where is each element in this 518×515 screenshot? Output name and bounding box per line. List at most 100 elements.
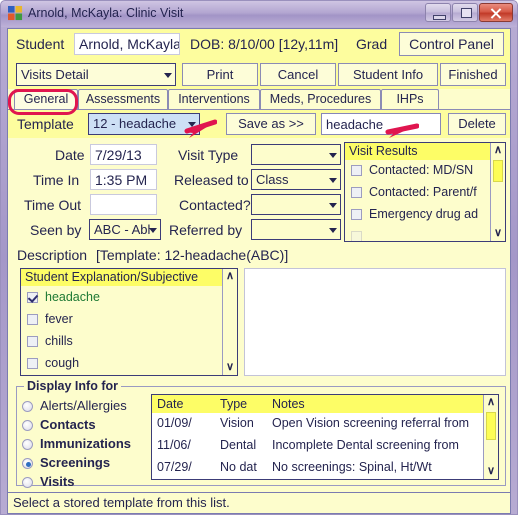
- finished-button[interactable]: Finished: [440, 63, 506, 86]
- list-item[interactable]: headache: [21, 288, 237, 307]
- list-item-label: headache: [45, 290, 100, 304]
- tab-meds-procedures[interactable]: Meds, Procedures: [260, 89, 381, 110]
- clinic-visit-window: Arnold, McKayla: Clinic Visit Student Ar…: [0, 0, 518, 515]
- cell-notes: Incomplete Dental screening from: [272, 438, 459, 452]
- checkbox-icon[interactable]: [27, 358, 38, 369]
- status-bar: Select a stored template from this list.: [7, 492, 511, 514]
- scroll-thumb[interactable]: [486, 412, 496, 440]
- list-item-label: Emergency drug ad: [369, 207, 479, 221]
- student-explanation-scrollbar[interactable]: ∧ ∨: [222, 269, 237, 375]
- template-select-value: 12 - headache: [93, 116, 177, 131]
- released-to-value: Class: [256, 172, 289, 187]
- scroll-thumb[interactable]: [493, 160, 503, 182]
- app-puzzle-icon: [8, 6, 23, 21]
- student-explanation-header: Student Explanation/Subjective: [21, 269, 237, 286]
- radio-visits[interactable]: Visits: [22, 474, 152, 492]
- visit-results-scrollbar[interactable]: ∧ ∨: [490, 143, 505, 241]
- cell-notes: No screenings: Spinal, Ht/Wt: [272, 460, 432, 474]
- maximize-button[interactable]: [452, 3, 478, 22]
- delete-button[interactable]: Delete: [448, 113, 506, 135]
- table-row[interactable]: 01/09/ Vision Open Vision screening refe…: [152, 413, 498, 433]
- cell-date: 07/29/: [157, 460, 192, 474]
- radio-alerts-allergies[interactable]: Alerts/Allergies: [22, 398, 152, 416]
- radio-label: Screenings: [40, 455, 111, 470]
- tab-interventions[interactable]: Interventions: [168, 89, 260, 110]
- time-in-field[interactable]: 1:35 PM: [90, 169, 157, 190]
- radio-icon[interactable]: [22, 477, 33, 488]
- cell-notes: Open Vision screening referral from: [272, 416, 470, 430]
- list-item[interactable]: Contacted: MD/SN: [345, 161, 505, 180]
- radio-contacts[interactable]: Contacts: [22, 417, 152, 435]
- column-header-date: Date: [157, 397, 184, 411]
- tab-assessments[interactable]: Assessments: [78, 89, 168, 110]
- student-info-button[interactable]: Student Info: [338, 63, 438, 86]
- template-label: Template: [17, 116, 74, 132]
- tab-strip: General Assessments Interventions Meds, …: [8, 89, 510, 110]
- checkbox-icon[interactable]: [27, 292, 38, 303]
- table-row[interactable]: 07/29/ No dat No screenings: Spinal, Ht/…: [152, 457, 498, 477]
- chevron-down-icon: [164, 72, 172, 78]
- print-button[interactable]: Print: [182, 63, 258, 86]
- close-button[interactable]: [479, 3, 513, 22]
- checkbox-icon[interactable]: [351, 209, 362, 220]
- column-header-type: Type: [220, 397, 248, 411]
- minimize-icon: [433, 15, 446, 20]
- visit-type-select[interactable]: [251, 144, 341, 165]
- student-name-field[interactable]: Arnold, McKayla: [74, 33, 180, 55]
- chevron-down-icon: [329, 177, 337, 183]
- seen-by-label: Seen by: [30, 222, 82, 238]
- scroll-up-icon[interactable]: ∧: [491, 143, 505, 158]
- window-title: Arnold, McKayla: Clinic Visit: [28, 6, 184, 20]
- scroll-down-icon[interactable]: ∨: [484, 464, 498, 479]
- scroll-up-icon[interactable]: ∧: [223, 269, 237, 284]
- list-item-partial[interactable]: [345, 227, 505, 241]
- scroll-up-icon[interactable]: ∧: [484, 395, 498, 410]
- info-table-scrollbar[interactable]: ∧ ∨: [483, 395, 498, 479]
- cancel-button[interactable]: Cancel: [260, 63, 336, 86]
- checkbox-icon[interactable]: [27, 336, 38, 347]
- student-dob: DOB: 8/10/00 [12y,11m]: [190, 36, 339, 52]
- radio-icon[interactable]: [22, 401, 33, 412]
- date-field[interactable]: 7/29/13: [90, 144, 157, 165]
- maximize-icon: [461, 8, 472, 18]
- list-item[interactable]: chills: [21, 332, 237, 351]
- tab-ihps[interactable]: IHPs: [381, 89, 439, 110]
- minimize-button[interactable]: [425, 3, 451, 22]
- cell-type: Vision: [220, 416, 254, 430]
- chevron-down-icon: [329, 227, 337, 233]
- checkbox-icon[interactable]: [27, 314, 38, 325]
- chevron-down-icon: [188, 122, 196, 127]
- student-label: Student: [16, 36, 65, 52]
- cell-date: 01/09/: [157, 416, 192, 430]
- checkbox-icon[interactable]: [351, 165, 362, 176]
- tab-general[interactable]: General: [14, 89, 78, 110]
- description-label: Description: [17, 247, 88, 263]
- scroll-down-icon[interactable]: ∨: [223, 360, 237, 375]
- released-to-select[interactable]: Class: [251, 169, 341, 190]
- control-panel-button[interactable]: Control Panel: [399, 32, 504, 56]
- scroll-down-icon[interactable]: ∨: [491, 226, 505, 241]
- template-select[interactable]: 12 - headache: [88, 113, 200, 135]
- list-item[interactable]: fever: [21, 310, 237, 329]
- notes-textarea[interactable]: [244, 268, 506, 376]
- chevron-down-icon: [329, 152, 337, 158]
- radio-screenings[interactable]: Screenings: [22, 455, 152, 473]
- radio-icon[interactable]: [22, 439, 33, 450]
- contacted-select[interactable]: [251, 194, 341, 215]
- save-as-button[interactable]: Save as >>: [226, 113, 316, 135]
- radio-icon[interactable]: [22, 420, 33, 431]
- view-select[interactable]: Visits Detail: [16, 63, 176, 86]
- radio-icon[interactable]: [22, 458, 33, 469]
- time-out-field[interactable]: [90, 194, 157, 215]
- radio-immunizations[interactable]: Immunizations: [22, 436, 152, 454]
- list-item[interactable]: Contacted: Parent/f: [345, 183, 505, 202]
- checkbox-icon[interactable]: [351, 187, 362, 198]
- table-row[interactable]: 11/06/ Dental Incomplete Dental screenin…: [152, 435, 498, 455]
- info-table: Date Type Notes 01/09/ Vision Open Visio…: [151, 394, 499, 480]
- referred-by-select[interactable]: [251, 219, 341, 240]
- checkbox-icon[interactable]: [351, 231, 362, 241]
- save-name-input[interactable]: headache: [321, 113, 441, 135]
- seen-by-select[interactable]: ABC - Abl: [89, 219, 161, 240]
- list-item[interactable]: Emergency drug ad: [345, 205, 505, 224]
- list-item[interactable]: cough: [21, 354, 237, 373]
